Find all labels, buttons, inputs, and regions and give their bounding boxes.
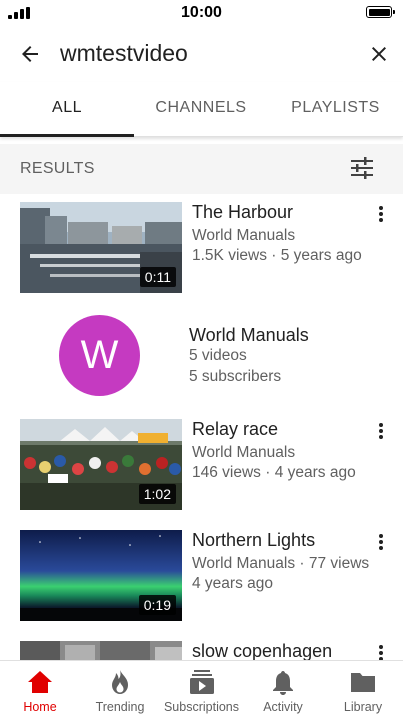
channel-avatar[interactable]: W (59, 315, 140, 396)
battery-icon (366, 6, 395, 18)
nav-label: Subscriptions (163, 700, 240, 714)
video-item-relay-race[interactable]: 1:02 Relay race World Manuals 146 views … (0, 419, 403, 515)
video-age: 4 years ago (192, 575, 273, 592)
active-tab-indicator (0, 134, 134, 137)
video-duration: 0:19 (138, 595, 176, 615)
bell-icon (273, 671, 293, 695)
more-options-icon[interactable] (373, 421, 389, 443)
nav-label: Home (23, 700, 57, 714)
nav-home[interactable]: Home (0, 661, 80, 717)
results-label: RESULTS (20, 160, 95, 177)
subscriptions-icon (189, 670, 214, 694)
tab-playlists[interactable]: PLAYLISTS (268, 82, 403, 134)
video-channel: World Manuals (192, 444, 296, 461)
video-stats: 1.5K views · 5 years ago (192, 247, 362, 264)
video-item-northern-lights[interactable]: 0:19 Northern Lights World Manuals · 77 … (0, 530, 403, 626)
channel-subscriber-count: 5 subscribers (189, 368, 282, 385)
filter-icon[interactable] (351, 157, 373, 179)
video-duration: 1:02 (138, 484, 176, 504)
back-arrow-icon[interactable] (18, 42, 42, 66)
search-query[interactable]: wmtestvideo (60, 40, 188, 67)
video-thumbnail[interactable]: 0:19 (20, 530, 182, 621)
nav-subscriptions[interactable]: Subscriptions (160, 661, 243, 717)
channel-video-count: 5 videos (189, 347, 247, 364)
bottom-navigation: Home Trending Subscriptions Activity Lib… (0, 660, 403, 717)
tab-all[interactable]: ALL (0, 82, 134, 134)
channel-name[interactable]: World Manuals (189, 325, 309, 346)
tab-bar: ALL CHANNELS PLAYLISTS (0, 82, 403, 137)
video-thumbnail[interactable]: 1:02 (20, 419, 182, 510)
video-title[interactable]: Relay race (192, 419, 278, 440)
video-channel-stats: World Manuals · 77 views (192, 555, 370, 572)
results-header: RESULTS (0, 144, 403, 194)
video-stats: 146 views · 4 years ago (192, 464, 356, 481)
tab-channels[interactable]: CHANNELS (134, 82, 268, 134)
nav-label: Activity (263, 700, 303, 714)
nav-trending[interactable]: Trending (80, 661, 160, 717)
status-bar: 10:00 (0, 0, 403, 26)
home-icon (28, 671, 52, 693)
status-time: 10:00 (181, 4, 222, 21)
more-options-icon[interactable] (373, 643, 389, 660)
video-title[interactable]: slow copenhagen (192, 641, 332, 660)
nav-label: Library (343, 700, 383, 714)
video-thumbnail[interactable] (20, 641, 182, 660)
video-item-the-harbour[interactable]: 0:11 The Harbour World Manuals 1.5K view… (0, 202, 403, 298)
channel-item-world-manuals[interactable]: W World Manuals 5 videos 5 subscribers (0, 310, 403, 410)
more-options-icon[interactable] (373, 204, 389, 226)
video-title[interactable]: The Harbour (192, 202, 293, 223)
video-title[interactable]: Northern Lights (192, 530, 315, 551)
video-channel: World Manuals (192, 227, 296, 244)
nav-activity[interactable]: Activity (243, 661, 323, 717)
flame-icon (112, 670, 128, 694)
search-bar: wmtestvideo (0, 26, 403, 82)
more-options-icon[interactable] (373, 532, 389, 554)
video-thumbnail[interactable]: 0:11 (20, 202, 182, 293)
close-icon[interactable] (367, 42, 391, 66)
video-item-slow-copenhagen[interactable]: slow copenhagen (0, 641, 403, 660)
folder-icon (351, 673, 375, 692)
nav-label: Trending (95, 700, 145, 714)
video-duration: 0:11 (139, 267, 176, 287)
nav-library[interactable]: Library (323, 661, 403, 717)
